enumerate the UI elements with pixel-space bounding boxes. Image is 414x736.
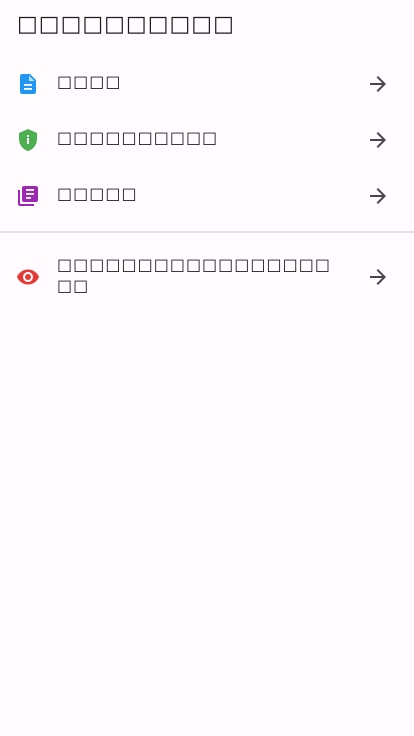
visibility-icon	[16, 265, 40, 289]
list-item-library[interactable]: □□□□□	[0, 168, 414, 224]
list-item-shield[interactable]: □□□□□□□□□□	[0, 112, 414, 168]
list-item-visibility[interactable]: □□□□□□□□□□□□□□□□□□□	[0, 239, 414, 315]
arrow-forward-icon	[366, 265, 390, 289]
list-item-label: □□□□□□□□□□□□□□□□□□□	[57, 255, 331, 295]
app-screen: □□□□□□□□□□ □□□□ □□□□□□□□□□ □□□□□ □□□□□□□…	[0, 0, 414, 736]
library-books-icon	[16, 184, 40, 208]
divider	[0, 231, 414, 233]
arrow-forward-icon	[366, 128, 390, 152]
list-item-label: □□□□□□□□□□	[57, 128, 219, 147]
list-item-label: □□□□	[57, 72, 122, 91]
list-item-document[interactable]: □□□□	[0, 56, 414, 112]
divider-container	[0, 231, 414, 239]
list-item-label: □□□□□	[57, 184, 138, 203]
arrow-forward-icon	[366, 72, 390, 96]
settings-list: □□□□ □□□□□□□□□□ □□□□□ □□□□□□□□□□□□□□□□□□…	[0, 56, 414, 315]
arrow-forward-icon	[366, 184, 390, 208]
page-title: □□□□□□□□□□	[17, 12, 235, 37]
document-icon	[16, 72, 40, 96]
shield-info-icon	[16, 128, 40, 152]
